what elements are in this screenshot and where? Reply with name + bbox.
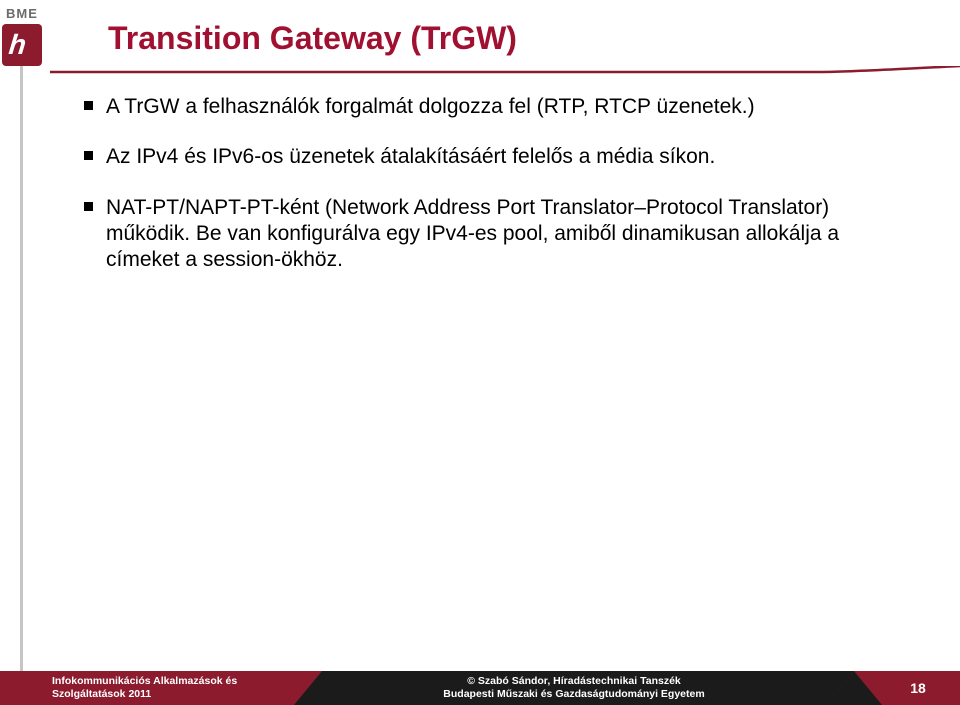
brand-glyph: h — [8, 31, 28, 59]
footer-left-line1: Infokommunikációs Alkalmazások és — [52, 675, 294, 688]
footer-left: Infokommunikációs Alkalmazások és Szolgá… — [0, 671, 294, 705]
slide-body: A TrGW a felhasználók forgalmát dolgozza… — [78, 94, 900, 297]
footer-wedge-icon — [294, 671, 342, 705]
page-number: 18 — [910, 680, 926, 696]
footer-center-line2: Budapesti Műszaki és Gazdaságtudományi E… — [294, 688, 854, 701]
footer-center-line1: © Szabó Sándor, Híradástechnikai Tanszék — [294, 675, 854, 688]
brand-rail-line — [20, 66, 23, 676]
footer-left-line2: Szolgáltatások 2011 — [52, 688, 294, 701]
page-title: Transition Gateway (TrGW) — [108, 20, 517, 57]
bullet-item: A TrGW a felhasználók forgalmát dolgozza… — [78, 94, 900, 120]
footer-center: © Szabó Sándor, Híradástechnikai Tanszék… — [294, 671, 854, 705]
brand-rail: BME h — [0, 0, 44, 705]
bullet-item: NAT-PT/NAPT-PT-ként (Network Address Por… — [78, 195, 900, 274]
slide-footer: © Szabó Sándor, Híradástechnikai Tanszék… — [0, 671, 960, 705]
footer-wedge-icon — [826, 671, 892, 705]
bullet-item: Az IPv4 és IPv6-os üzenetek átalakításáé… — [78, 144, 900, 170]
brand-text: BME — [6, 6, 38, 21]
